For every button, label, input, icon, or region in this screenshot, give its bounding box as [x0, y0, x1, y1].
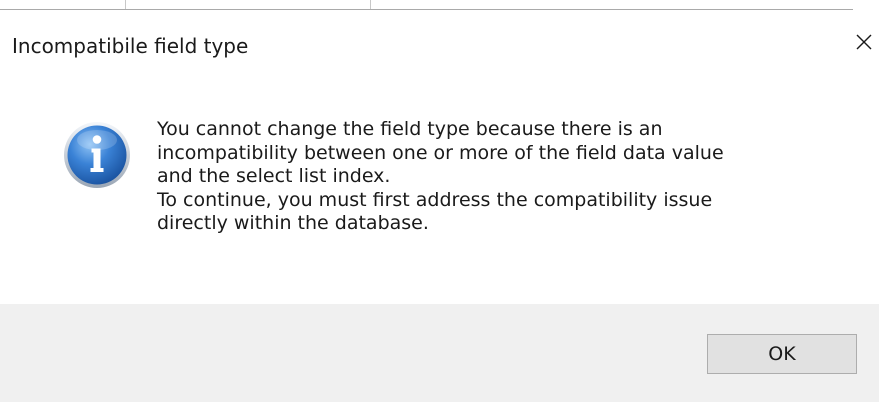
message-line: To continue, you must first address the … [157, 188, 713, 211]
message-line: and the select list index. [157, 165, 391, 187]
message-line: directly within the database. [157, 212, 429, 234]
message-dialog: Incompatibile field type You cannot chan… [0, 0, 879, 402]
dialog-title: Incompatibile field type [12, 34, 249, 58]
background-window-edge [0, 0, 879, 12]
dialog-message: You cannot change the field type because… [157, 118, 857, 236]
ok-button[interactable]: OK [707, 334, 857, 374]
close-icon [856, 34, 872, 50]
message-line: incompatibility between one or more of t… [157, 141, 724, 164]
close-button[interactable] [849, 20, 879, 64]
dialog-titlebar: Incompatibile field type [0, 12, 879, 70]
message-line: You cannot change the field type because… [157, 118, 663, 140]
dialog-content: You cannot change the field type because… [0, 70, 879, 304]
dialog-footer: OK [0, 304, 879, 402]
information-icon [64, 122, 130, 188]
